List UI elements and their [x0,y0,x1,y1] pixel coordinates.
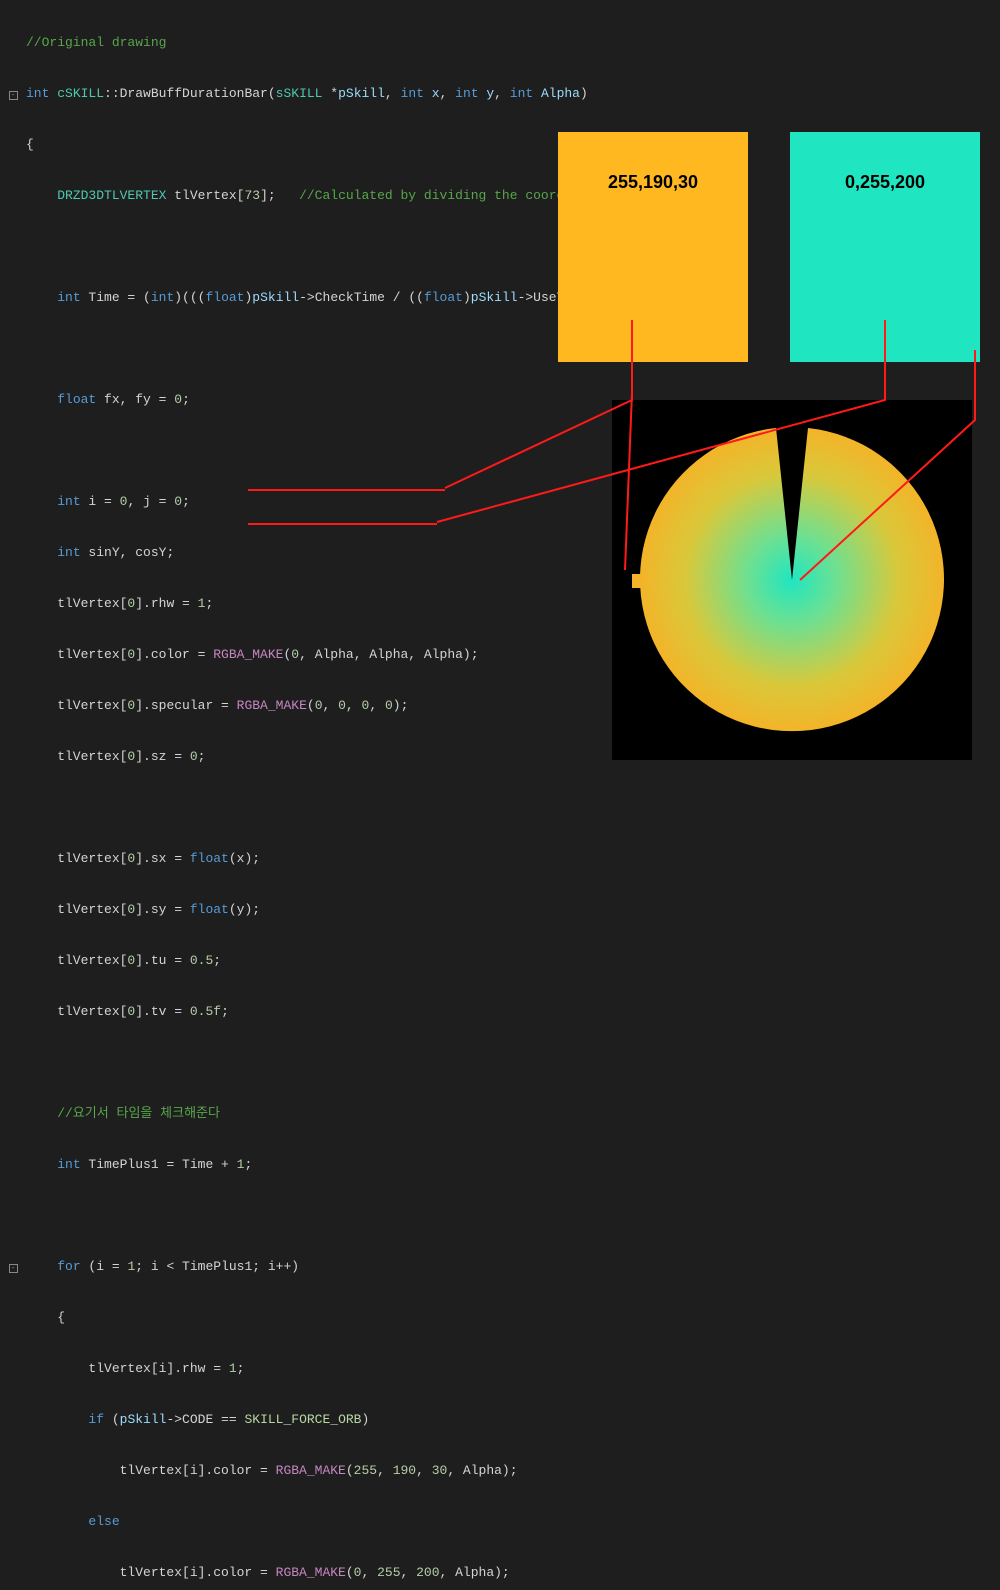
color-swatch-orange: 255,190,30 [558,132,748,362]
fold-toggle[interactable]: - [9,1264,18,1273]
color-swatch-cyan: 0,255,200 [790,132,980,362]
swatch-label: 255,190,30 [608,172,698,192]
fold-toggle[interactable]: - [9,91,18,100]
comment: //Original drawing [26,35,166,50]
result-preview [612,400,972,760]
swatch-label: 0,255,200 [845,172,925,192]
